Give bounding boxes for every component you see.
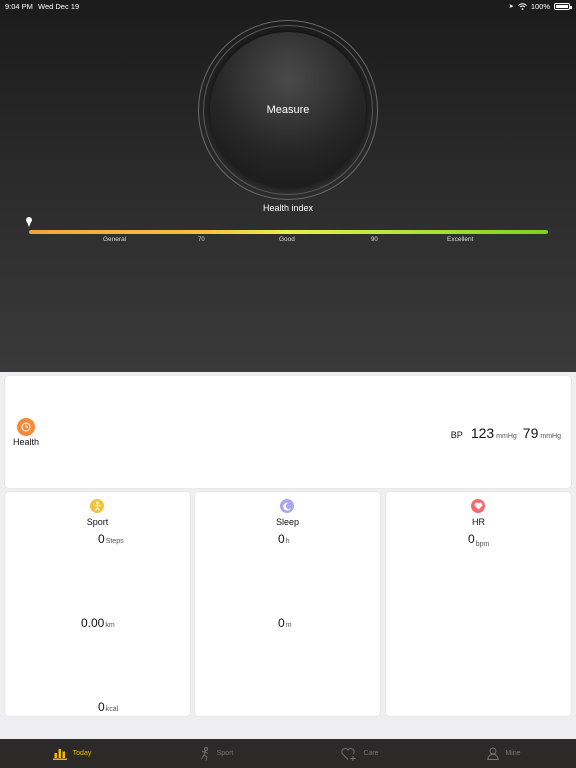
sleep-hours-value: 0 bbox=[278, 532, 285, 546]
status-date: Wed Dec 19 bbox=[38, 2, 80, 11]
zone-label-good: Good bbox=[279, 236, 295, 243]
calories-unit: kcal bbox=[105, 706, 119, 713]
steps-unit: Steps bbox=[105, 538, 124, 545]
clock-icon bbox=[17, 418, 35, 436]
tab-care[interactable]: Care bbox=[288, 739, 432, 768]
health-index-title: Health index bbox=[262, 203, 314, 213]
heart-plus-icon bbox=[341, 747, 356, 761]
hr-card[interactable]: HR 0 bpm bbox=[386, 492, 571, 716]
sport-steps: 0 Steps bbox=[98, 532, 124, 546]
status-time: 9:04 PM bbox=[5, 2, 33, 11]
moon-icon bbox=[280, 499, 294, 513]
sleep-hours: 0 h bbox=[278, 532, 290, 546]
steps-value: 0 bbox=[98, 532, 105, 546]
measure-label: Measure bbox=[266, 104, 310, 116]
zone-label-excellent: Excellent bbox=[447, 236, 474, 243]
walker-icon bbox=[90, 499, 104, 513]
zone-label-general: General bbox=[103, 236, 127, 243]
distance-unit: km bbox=[105, 622, 115, 629]
location-icon: ➤ bbox=[508, 4, 514, 10]
status-right: ➤ 100% bbox=[508, 2, 572, 11]
tab-today[interactable]: Today bbox=[0, 739, 144, 768]
sport-card[interactable]: Sport 0 Steps 0.00 km 0 kcal bbox=[5, 492, 190, 716]
threshold-90: 90 bbox=[371, 237, 378, 243]
sleep-minutes: 0 m bbox=[278, 616, 292, 630]
sleep-title: Sleep bbox=[275, 517, 300, 527]
battery-icon bbox=[554, 3, 572, 10]
bp-label: BP bbox=[450, 430, 463, 440]
blood-pressure: BP 123 mmHg 79 mmHg bbox=[451, 425, 565, 441]
status-bar: 9:04 PM Wed Dec 19 ➤ 100% bbox=[0, 0, 576, 14]
tab-sport[interactable]: Sport bbox=[144, 739, 288, 768]
sleep-hours-unit: h bbox=[285, 538, 290, 545]
user-icon bbox=[487, 747, 500, 760]
tab-mine[interactable]: Mine bbox=[432, 739, 576, 768]
hr-number: 0 bbox=[468, 532, 475, 546]
sleep-minutes-unit: m bbox=[285, 622, 292, 629]
tab-bar: Today Sport Care Mine bbox=[0, 739, 576, 768]
sport-distance: 0.00 km bbox=[81, 616, 115, 630]
bar-chart-icon bbox=[52, 748, 67, 760]
tab-sport-label: Sport bbox=[216, 750, 234, 757]
calories-value: 0 bbox=[98, 700, 105, 714]
hr-title: HR bbox=[472, 517, 485, 527]
bp-diastolic-unit: mmHg bbox=[540, 433, 561, 440]
index-marker-icon bbox=[26, 217, 32, 227]
tab-mine-label: Mine bbox=[505, 750, 521, 757]
hr-value: 0 bpm bbox=[468, 532, 490, 548]
bp-diastolic: 79 bbox=[522, 425, 539, 441]
tab-care-label: Care bbox=[363, 750, 379, 757]
hr-unit: bpm bbox=[475, 541, 490, 548]
health-card[interactable]: Health BP 123 mmHg 79 mmHg bbox=[5, 376, 571, 488]
sport-calories: 0 kcal bbox=[98, 700, 118, 714]
sleep-minutes-value: 0 bbox=[278, 616, 285, 630]
sleep-card[interactable]: Sleep 0 h 0 m bbox=[195, 492, 380, 716]
status-battery-text: 100% bbox=[530, 2, 550, 11]
tab-today-label: Today bbox=[72, 750, 92, 757]
health-label: Health bbox=[13, 437, 40, 447]
health-dashboard-header: 9:04 PM Wed Dec 19 ➤ 100% Measure Health… bbox=[0, 0, 576, 372]
threshold-70: 70 bbox=[198, 237, 205, 243]
measure-button[interactable]: Measure bbox=[210, 32, 366, 188]
health-index-bar bbox=[29, 230, 548, 234]
bp-systolic-unit: mmHg bbox=[496, 433, 517, 440]
runner-icon bbox=[200, 746, 208, 761]
heart-icon bbox=[471, 499, 485, 513]
distance-value: 0.00 bbox=[81, 616, 105, 630]
sport-title: Sport bbox=[86, 517, 109, 527]
bp-systolic: 123 bbox=[470, 425, 495, 441]
wifi-icon bbox=[517, 3, 527, 10]
